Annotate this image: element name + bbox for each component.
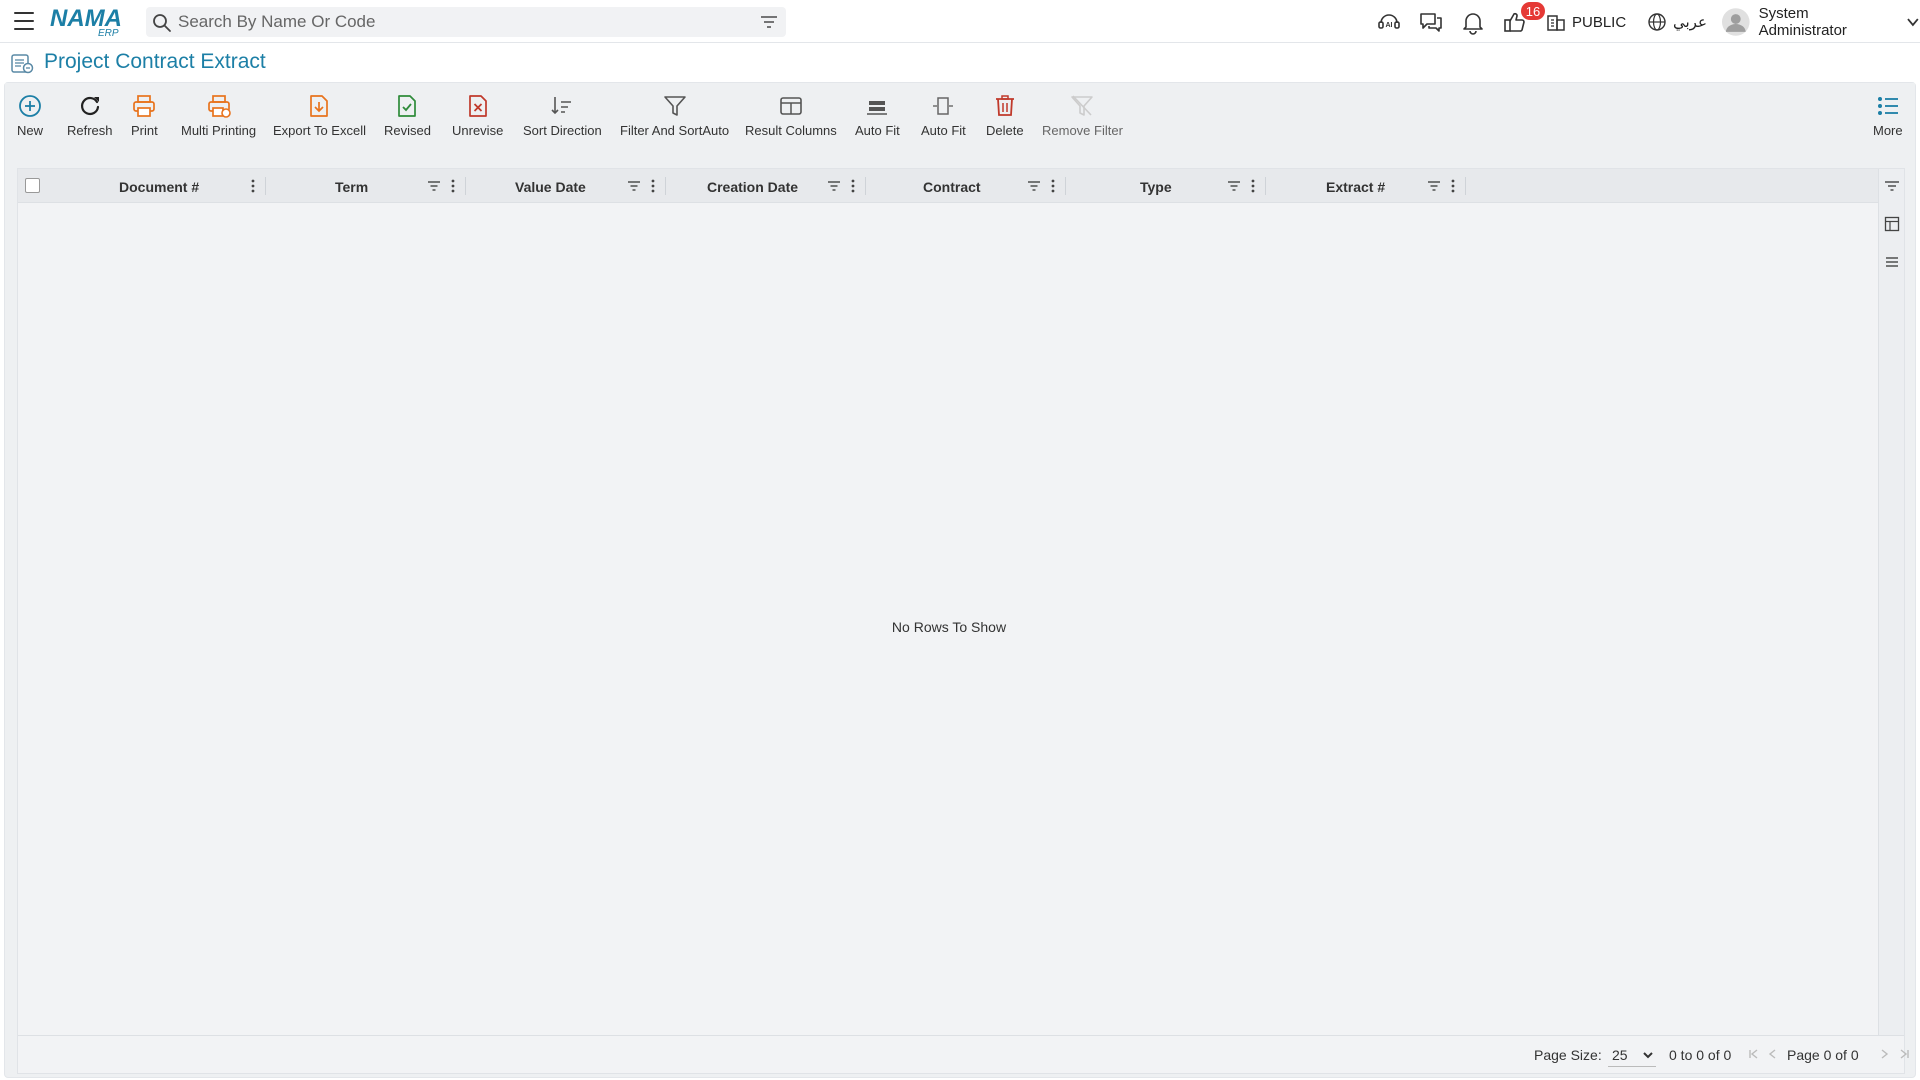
unrevise-label: Unrevise xyxy=(452,123,504,138)
auto-fit-columns-label: Auto Fit xyxy=(921,123,966,138)
auto-fit-columns-button[interactable]: Auto Fit xyxy=(921,93,966,149)
plus-circle-icon xyxy=(19,95,41,117)
main-panel: New Refresh Print Multi Printing Export … xyxy=(4,82,1916,1078)
revised-button[interactable]: Revised xyxy=(384,93,431,149)
columns-panel-icon[interactable] xyxy=(1884,216,1900,232)
page-size-label: Page Size: xyxy=(1534,1047,1602,1063)
bell-icon[interactable] xyxy=(1460,9,1486,35)
avatar xyxy=(1721,8,1750,36)
filters-panel-icon[interactable] xyxy=(1884,178,1900,194)
chat-icon[interactable] xyxy=(1418,9,1444,35)
column-extract-label: Extract # xyxy=(1326,179,1386,195)
menu-lines-icon[interactable] xyxy=(1884,254,1900,270)
columns-icon xyxy=(780,97,802,115)
multi-printer-icon xyxy=(207,95,231,118)
contract-extract-icon xyxy=(11,54,34,74)
user-menu[interactable]: System Administrator xyxy=(1721,5,1920,39)
next-page-icon[interactable] xyxy=(1878,1048,1890,1060)
list-icon xyxy=(1877,97,1898,115)
row-range-text: 0 to 0 of 0 xyxy=(1669,1047,1732,1063)
multi-printing-button[interactable]: Multi Printing xyxy=(181,93,256,149)
filter-sort-auto-label: Filter And SortAuto xyxy=(620,123,730,138)
auto-fit-rows-label: Auto Fit xyxy=(855,123,900,138)
more-button[interactable]: More xyxy=(1873,93,1903,149)
search-input[interactable] xyxy=(178,7,738,37)
page-info-text: Page 0 of 0 xyxy=(1787,1047,1859,1063)
previous-page-icon[interactable] xyxy=(1767,1048,1779,1060)
refresh-label: Refresh xyxy=(67,123,113,138)
result-columns-label: Result Columns xyxy=(745,123,837,138)
sort-direction-button[interactable]: Sort Direction xyxy=(523,93,602,149)
column-menu-icon[interactable] xyxy=(1450,178,1456,194)
refresh-icon xyxy=(80,96,99,116)
globe-icon xyxy=(1648,13,1666,31)
remove-filter-label: Remove Filter xyxy=(1042,123,1123,138)
svg-text:AI: AI xyxy=(1386,22,1393,29)
ai-support-icon[interactable]: AI xyxy=(1376,9,1402,35)
print-label: Print xyxy=(131,123,158,138)
sort-icon xyxy=(551,97,572,115)
fit-rows-icon xyxy=(867,101,888,115)
language-switcher[interactable]: عربي xyxy=(1647,10,1707,34)
export-file-icon xyxy=(310,95,329,117)
menu-icon[interactable] xyxy=(12,10,36,32)
funnel-icon xyxy=(663,96,686,116)
top-bar: NAMA ERP AI 16 xyxy=(0,0,1920,43)
page-title: Project Contract Extract xyxy=(44,50,266,73)
column-extract[interactable]: Extract # xyxy=(18,169,1468,203)
remove-filter-icon xyxy=(1071,95,1094,116)
filter-icon[interactable] xyxy=(760,14,778,30)
result-columns-button[interactable]: Result Columns xyxy=(745,93,837,149)
search-box xyxy=(146,7,786,37)
branch-label: PUBLIC xyxy=(1572,13,1627,31)
more-label: More xyxy=(1873,123,1903,138)
delete-button[interactable]: Delete xyxy=(986,93,1024,149)
column-filter-icon[interactable] xyxy=(1427,179,1441,193)
language-label: عربي xyxy=(1673,14,1707,31)
first-page-icon[interactable] xyxy=(1748,1048,1760,1060)
new-label: New xyxy=(17,123,44,138)
export-excel-button[interactable]: Export To Excell xyxy=(273,93,366,149)
fit-columns-icon xyxy=(933,97,954,115)
trash-icon xyxy=(995,95,1014,116)
file-check-icon xyxy=(398,95,417,117)
toolbar: New Refresh Print Multi Printing Export … xyxy=(5,83,1915,153)
pagination-footer: Page Size: 25 0 to 0 of 0 Page 0 of 0 xyxy=(18,1035,1909,1073)
side-tool-panel xyxy=(1878,169,1904,1035)
logo-sub: ERP xyxy=(98,28,119,38)
notification-badge: 16 xyxy=(1521,2,1545,20)
remove-filter-button[interactable]: Remove Filter xyxy=(1042,93,1123,149)
chevron-down-icon xyxy=(1907,18,1919,27)
building-icon xyxy=(1547,15,1565,31)
search-icon xyxy=(153,14,171,32)
filter-sort-auto-button[interactable]: Filter And SortAuto xyxy=(620,93,729,149)
export-excel-label: Export To Excell xyxy=(273,123,366,138)
printer-icon xyxy=(133,95,156,117)
page-title-row: Project Contract Extract xyxy=(0,44,1920,82)
nama-logo[interactable]: NAMA ERP xyxy=(50,4,132,38)
branch-selector[interactable]: PUBLIC xyxy=(1546,10,1626,34)
grid-header: Document # Term Value Date Creation Date… xyxy=(18,169,1880,203)
multi-printing-label: Multi Printing xyxy=(181,123,257,138)
empty-state-message: No Rows To Show xyxy=(891,619,1007,635)
results-grid: Document # Term Value Date Creation Date… xyxy=(17,168,1909,1074)
file-x-icon xyxy=(468,95,487,117)
print-button[interactable]: Print xyxy=(131,93,158,149)
last-page-icon[interactable] xyxy=(1898,1048,1910,1060)
unrevise-button[interactable]: Unrevise xyxy=(452,93,503,149)
auto-fit-rows-button[interactable]: Auto Fit xyxy=(855,93,900,149)
column-separator[interactable] xyxy=(1465,177,1466,195)
page-size-select[interactable]: 25 xyxy=(1608,1043,1656,1067)
revised-label: Revised xyxy=(384,123,431,138)
refresh-button[interactable]: Refresh xyxy=(67,93,113,149)
delete-label: Delete xyxy=(986,123,1024,138)
new-button[interactable]: New xyxy=(17,93,43,149)
user-name: System Administrator xyxy=(1758,5,1847,39)
sort-direction-label: Sort Direction xyxy=(523,123,602,138)
